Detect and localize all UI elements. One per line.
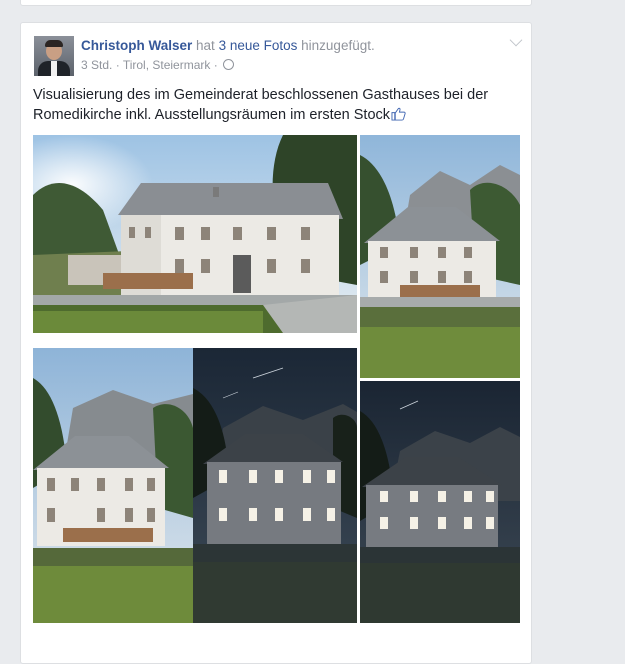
chevron-down-icon[interactable] (509, 33, 523, 47)
photo-night-front[interactable] (193, 348, 357, 623)
photo-day-mountains[interactable] (360, 135, 520, 378)
post-text: Visualisierung des im Gemeinderat beschl… (33, 85, 513, 125)
globe-icon[interactable] (223, 59, 235, 71)
previous-post-card (20, 0, 532, 6)
avatar[interactable] (34, 36, 74, 76)
timestamp-link[interactable]: 3 Std. (81, 58, 112, 72)
post-card: Christoph Walser hat 3 neue Fotos hinzug… (20, 22, 532, 664)
action-suffix: hinzugefügt. (301, 38, 375, 53)
like-icon (391, 107, 406, 121)
photo-day-front[interactable] (33, 348, 193, 623)
post-header: Christoph Walser hat 3 neue Fotos hinzug… (81, 38, 375, 53)
photo-night-mountains[interactable] (360, 381, 520, 623)
location-link[interactable]: Tirol, Steiermark (123, 58, 211, 72)
action-prefix: hat (196, 38, 215, 53)
post-message: Visualisierung des im Gemeinderat beschl… (33, 87, 489, 123)
post-meta: 3 Std. · Tirol, Steiermark · (81, 58, 235, 72)
photos-link[interactable]: 3 neue Fotos (219, 38, 298, 53)
meta-separator: · (115, 58, 120, 72)
meta-separator: · (213, 58, 218, 72)
photo-day-large[interactable] (33, 135, 357, 333)
author-name-link[interactable]: Christoph Walser (81, 38, 192, 53)
